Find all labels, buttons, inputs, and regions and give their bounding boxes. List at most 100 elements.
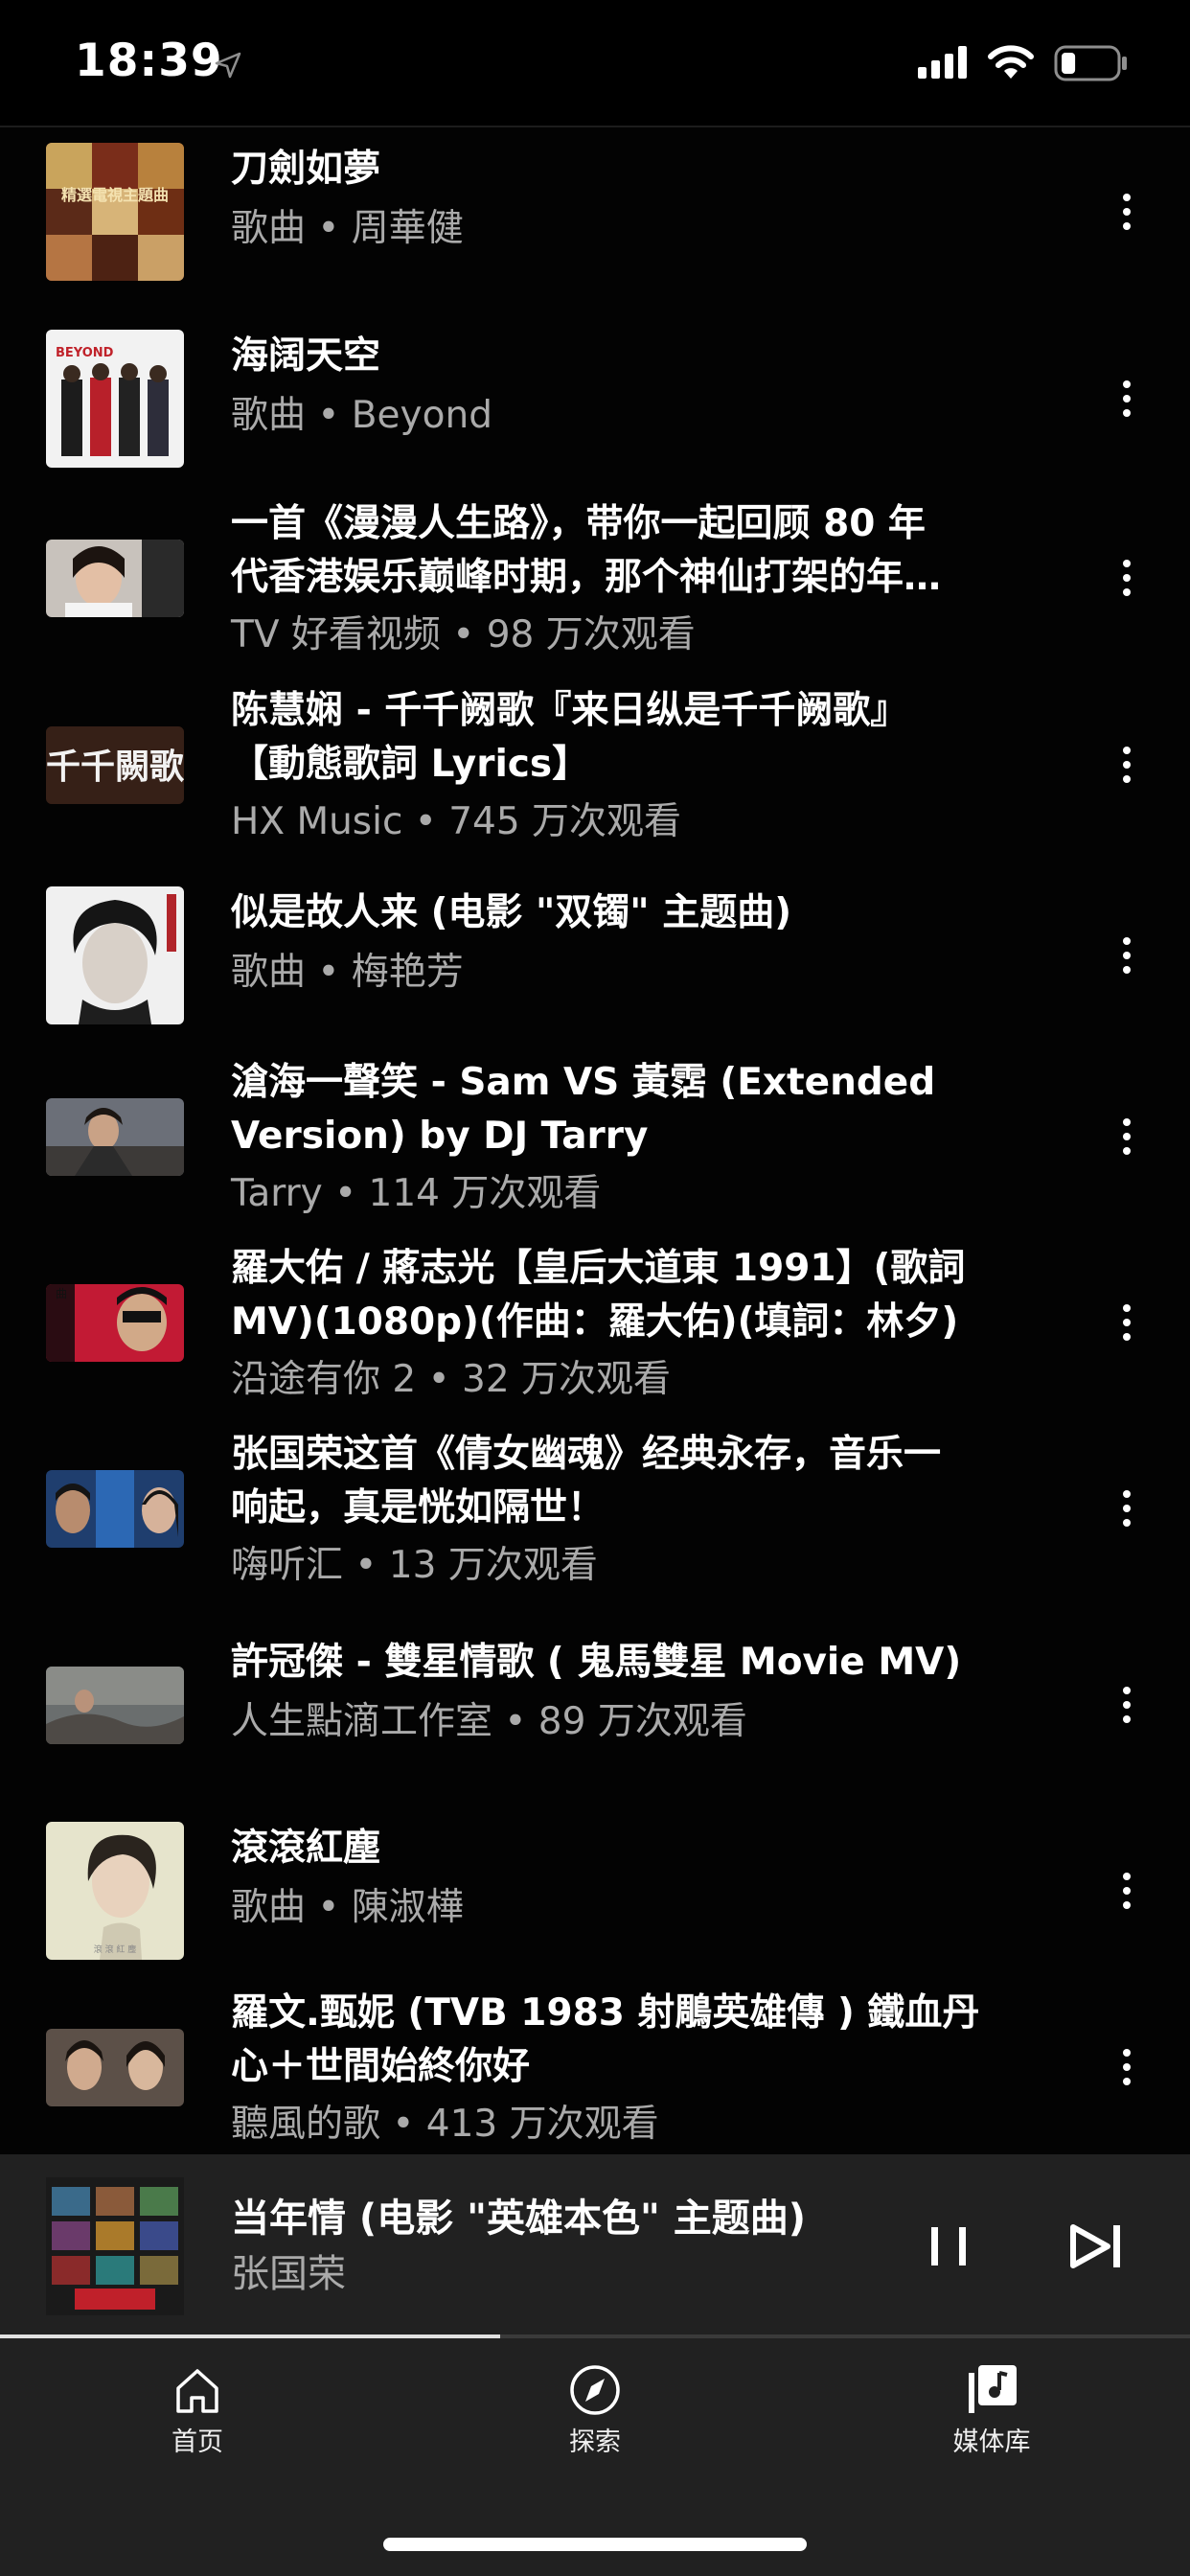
list-item-text: 刀劍如夢 歌曲 • 周華健	[231, 143, 1026, 256]
item-title-line-1: 张国荣这首《倩女幽魂》经典永存，音乐一	[231, 1433, 942, 1476]
item-title-line-2: MV)(1080p)(作曲：羅大佑)(填詞：林夕)	[231, 1300, 959, 1344]
list-item-text: 滾滾紅塵 歌曲 • 陳淑樺	[231, 1822, 1026, 1935]
list-item[interactable]: 一首《漫漫人生路》，带你一起回顾 80 年 代香港娱乐巅峰时期，那个神仙打架的年…	[0, 499, 1190, 685]
list-item[interactable]: BEYOND 海阔天空 歌曲 • Beyond	[0, 320, 1190, 506]
item-title-line-2: 【動態歌詞 Lyrics】	[231, 743, 590, 786]
more-options-icon[interactable]	[1110, 927, 1144, 984]
album-thumbnail: BEYOND	[46, 330, 184, 468]
list-item-text: 陈慧娴 - 千千阙歌『来日纵是千千阙歌』 【動態歌詞 Lyrics】 HX Mu…	[231, 684, 1026, 849]
item-title: 似是故人来 (电影 "双镯" 主题曲)	[231, 891, 792, 934]
item-title-line-1: 滄海一聲笑 - Sam VS 黃霑 (Extended	[231, 1061, 936, 1104]
nav-library-label: 媒体库	[952, 2427, 1031, 2457]
list-item[interactable]: 张国荣这首《倩女幽魂》经典永存，音乐一 响起，真是恍如隔世！ 嗨听汇 • 13 …	[0, 1430, 1190, 1616]
list-item-text: 一首《漫漫人生路》，带你一起回顾 80 年 代香港娱乐巅峰时期，那个神仙打架的年…	[231, 497, 1026, 662]
now-playing-title: 当年情 (电影 "英雄本色" 主题曲)	[231, 2196, 807, 2241]
list-item[interactable]: 千千闕歌 陈慧娴 - 千千阙歌『来日纵是千千阙歌』 【動態歌詞 Lyrics】 …	[0, 686, 1190, 872]
more-options-icon[interactable]	[1110, 1108, 1144, 1165]
more-options-icon[interactable]	[1110, 1294, 1144, 1351]
home-icon	[176, 2369, 218, 2413]
item-title-line-2: 心＋世間始終你好	[231, 2045, 531, 2088]
item-subtitle: 歌曲 • 陳淑樺	[231, 1886, 464, 1929]
video-thumbnail	[46, 1470, 184, 1548]
nav-home-label: 首页	[172, 2427, 223, 2457]
item-title-line-1: 羅大佑 / 蔣志光【皇后大道東 1991】(歌詞	[231, 1247, 966, 1290]
cellular-signal-icon	[918, 46, 967, 79]
item-subtitle: 歌曲 • 周華健	[231, 207, 464, 250]
status-bar: 18:39	[0, 0, 1190, 126]
location-arrow-icon	[215, 52, 241, 79]
item-subtitle: 歌曲 • 梅艳芳	[231, 951, 464, 994]
item-title: 滾滾紅塵	[231, 1827, 381, 1870]
list-item[interactable]: 許冠傑 - 雙星情歌 ( 鬼馬雙星 Movie MV) 人生點滴工作室 • 89…	[0, 1626, 1190, 1812]
item-subtitle: 嗨听汇 • 13 万次观看	[231, 1544, 598, 1587]
nav-library[interactable]: 媒体库	[896, 2361, 1087, 2467]
album-thumbnail: 滾 滾 紅 塵	[46, 1822, 184, 1960]
item-title: 刀劍如夢	[231, 148, 381, 191]
item-subtitle: 人生點滴工作室 • 89 万次观看	[231, 1700, 747, 1743]
nav-home[interactable]: 首页	[102, 2361, 293, 2467]
more-options-icon[interactable]	[1110, 2038, 1144, 2096]
video-thumbnail: 曲	[46, 1284, 184, 1362]
list-item[interactable]: 精選電視主題曲 刀劍如夢 歌曲 • 周華健	[0, 133, 1190, 319]
item-subtitle: 聽風的歌 • 413 万次观看	[231, 2103, 659, 2146]
svg-text:BEYOND: BEYOND	[56, 346, 114, 360]
list-item-text: 滄海一聲笑 - Sam VS 黃霑 (Extended Version) by …	[231, 1056, 1026, 1221]
nav-explore[interactable]: 探索	[499, 2361, 691, 2467]
more-options-icon[interactable]	[1110, 1862, 1144, 1920]
video-thumbnail	[46, 540, 184, 617]
song-list[interactable]: 精選電視主題曲 刀劍如夢 歌曲 • 周華健 BEYOND 海阔天空 歌曲 • B…	[0, 127, 1190, 2154]
more-options-icon[interactable]	[1110, 183, 1144, 241]
nav-explore-label: 探索	[569, 2427, 621, 2457]
app-screen: 18:39 精選電視主題曲 刀劍如夢 歌曲 • 周華健 BEYOND 海阔天空 …	[0, 0, 1190, 2576]
more-options-icon[interactable]	[1110, 549, 1144, 607]
pause-icon[interactable]	[918, 2216, 979, 2277]
list-item[interactable]: 曲 羅大佑 / 蔣志光【皇后大道東 1991】(歌詞 MV)(1080p)(作曲…	[0, 1244, 1190, 1430]
list-item-text: 羅文.甄妮 (TVB 1983 射鵰英雄傳 ) 鐵血丹 心＋世間始終你好 聽風的…	[231, 1987, 1026, 2151]
item-subtitle: 歌曲 • Beyond	[231, 394, 492, 437]
list-item-text: 羅大佑 / 蔣志光【皇后大道東 1991】(歌詞 MV)(1080p)(作曲：羅…	[231, 1242, 1026, 1407]
now-playing-artist: 张国荣	[231, 2252, 346, 2296]
list-item-text: 海阔天空 歌曲 • Beyond	[231, 330, 1026, 443]
svg-text:精選電視主題曲: 精選電視主題曲	[61, 186, 169, 204]
item-subtitle: 沿途有你 2 • 32 万次观看	[231, 1358, 672, 1401]
more-options-icon[interactable]	[1110, 1676, 1144, 1734]
list-item-text: 张国荣这首《倩女幽魂》经典永存，音乐一 响起，真是恍如隔世！ 嗨听汇 • 13 …	[231, 1428, 1026, 1593]
item-title-line-1: 羅文.甄妮 (TVB 1983 射鵰英雄傳 ) 鐵血丹	[231, 1991, 980, 2035]
list-item[interactable]: 滾 滾 紅 塵 滾滾紅塵 歌曲 • 陳淑樺	[0, 1812, 1190, 1998]
list-item-text: 似是故人来 (电影 "双镯" 主题曲) 歌曲 • 梅艳芳	[231, 886, 1026, 1000]
item-title: 海阔天空	[231, 334, 381, 378]
video-thumbnail: 千千闕歌	[46, 726, 184, 804]
now-playing-thumbnail	[46, 2177, 184, 2315]
svg-text:滾 滾 紅 塵: 滾 滾 紅 塵	[94, 1944, 137, 1955]
item-title: 許冠傑 - 雙星情歌 ( 鬼馬雙星 Movie MV)	[231, 1641, 962, 1684]
more-options-icon[interactable]	[1110, 370, 1144, 427]
item-title-line-2: Version) by DJ Tarry	[231, 1115, 649, 1158]
video-thumbnail	[46, 1098, 184, 1176]
album-thumbnail: 精選電視主題曲	[46, 143, 184, 281]
svg-text:曲: 曲	[56, 1287, 67, 1300]
library-music-icon	[969, 2365, 1017, 2413]
wifi-icon	[988, 45, 1034, 79]
more-options-icon[interactable]	[1110, 1480, 1144, 1537]
list-item[interactable]: 似是故人来 (电影 "双镯" 主题曲) 歌曲 • 梅艳芳	[0, 877, 1190, 1063]
battery-icon	[1054, 45, 1127, 81]
more-options-icon[interactable]	[1110, 736, 1144, 794]
mini-player[interactable]: 当年情 (电影 "英雄本色" 主题曲) 张国荣	[0, 2154, 1190, 2336]
item-subtitle: HX Music • 745 万次观看	[231, 800, 682, 843]
svg-text:千千闕歌: 千千闕歌	[46, 748, 184, 787]
video-thumbnail	[46, 1667, 184, 1744]
status-time: 18:39	[75, 34, 223, 87]
list-item-text: 許冠傑 - 雙星情歌 ( 鬼馬雙星 Movie MV) 人生點滴工作室 • 89…	[231, 1636, 1026, 1749]
item-subtitle: Tarry • 114 万次观看	[231, 1172, 602, 1215]
list-item[interactable]: 滄海一聲笑 - Sam VS 黃霑 (Extended Version) by …	[0, 1058, 1190, 1244]
list-item[interactable]: 羅文.甄妮 (TVB 1983 射鵰英雄傳 ) 鐵血丹 心＋世間始終你好 聽風的…	[0, 1989, 1190, 2154]
home-indicator[interactable]	[383, 2538, 807, 2551]
album-thumbnail	[46, 886, 184, 1024]
video-thumbnail	[46, 2029, 184, 2106]
item-title-line-1: 陈慧娴 - 千千阙歌『来日纵是千千阙歌』	[231, 689, 908, 732]
item-title-line-2: 代香港娱乐巅峰时期，那个神仙打架的年…	[231, 556, 942, 599]
item-subtitle: TV 好看视频 • 98 万次观看	[231, 613, 696, 656]
item-title-line-1: 一首《漫漫人生路》，带你一起回顾 80 年	[231, 502, 926, 545]
item-title-line-2: 响起，真是恍如隔世！	[231, 1486, 606, 1530]
skip-next-icon[interactable]	[1065, 2218, 1127, 2275]
